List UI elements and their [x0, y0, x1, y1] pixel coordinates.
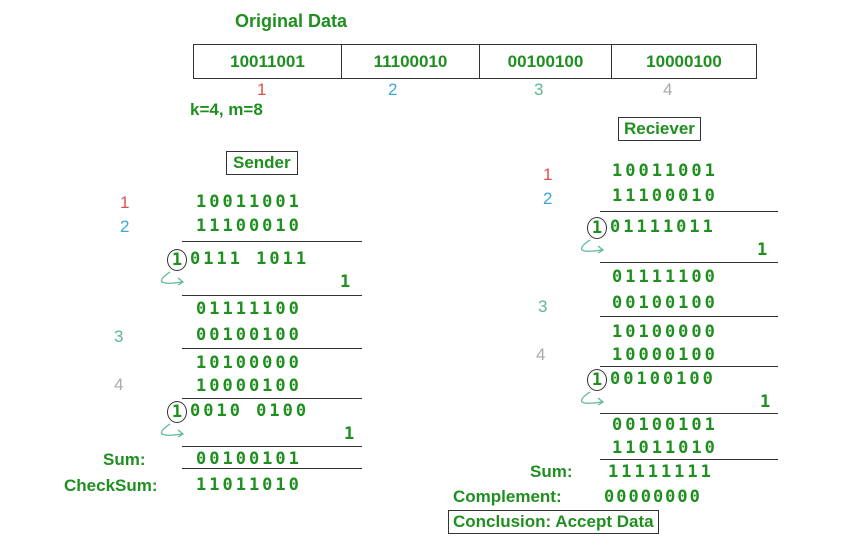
sender-carry-1: 1 — [167, 249, 187, 271]
receiver-row-10: 1 — [760, 392, 774, 412]
sender-row-9: 0010 0100 — [190, 401, 310, 421]
sender-label-2: 2 — [120, 217, 130, 236]
sender-rule-6 — [182, 468, 362, 469]
segment-1: 10011001 — [194, 45, 342, 78]
receiver-carry-arrow-1 — [581, 239, 605, 254]
receiver-label-1: 1 — [543, 165, 553, 184]
segment-index-3: 3 — [534, 80, 544, 99]
segment-2: 11100010 — [342, 45, 480, 78]
receiver-row-1: 10011001 — [612, 161, 718, 181]
receiver-row-12: 11011010 — [612, 438, 718, 458]
sender-row-10: 1 — [344, 424, 358, 444]
sender-row-3: 0111 1011 — [190, 249, 310, 269]
sender-row-6: 00100100 — [196, 325, 302, 345]
sender-sum-label: Sum: — [103, 450, 146, 469]
receiver-title: Reciever — [618, 117, 701, 141]
receiver-carry-2: 1 — [587, 369, 607, 391]
receiver-conclusion: Conclusion: Accept Data — [448, 510, 659, 534]
sender-row-8: 10000100 — [196, 376, 302, 396]
sender-rule-5 — [182, 446, 362, 447]
receiver-row-4: 1 — [757, 240, 771, 260]
receiver-label-3: 3 — [538, 297, 548, 316]
receiver-rule-4 — [600, 366, 778, 367]
params-text: k=4, m=8 — [190, 100, 263, 119]
receiver-sum-value: 11111111 — [608, 462, 714, 482]
sender-row-2: 11100010 — [196, 216, 302, 236]
receiver-label-4: 4 — [536, 345, 546, 364]
receiver-rule-1 — [600, 211, 778, 212]
sender-row-4: 1 — [340, 272, 354, 292]
receiver-rule-6 — [600, 459, 778, 460]
receiver-rule-2 — [600, 262, 778, 263]
receiver-row-7: 10100000 — [612, 322, 718, 342]
receiver-rule-5 — [600, 413, 778, 414]
receiver-carry-1: 1 — [587, 217, 607, 239]
receiver-row-3: 01111011 — [610, 217, 716, 237]
receiver-row-9: 00100100 — [610, 369, 716, 389]
receiver-complement-value: 00000000 — [604, 487, 702, 507]
sender-carry-arrow-2 — [161, 423, 185, 438]
receiver-row-11: 00100101 — [612, 415, 718, 435]
segment-index-2: 2 — [388, 80, 398, 99]
sender-checksum-label: CheckSum: — [64, 476, 158, 495]
segment-4: 10000100 — [646, 51, 722, 71]
sender-rule-1 — [182, 241, 362, 242]
original-data-title: Original Data — [235, 11, 348, 31]
sender-sum-value: 00100101 — [196, 449, 302, 469]
segment-3: 00100100 — [480, 45, 612, 78]
sender-carry-2: 1 — [167, 401, 187, 423]
receiver-complement-label: Complement: — [453, 487, 562, 506]
receiver-label-2: 2 — [543, 189, 553, 208]
receiver-row-8: 10000100 — [612, 345, 718, 365]
sender-rule-2 — [182, 295, 362, 296]
receiver-carry-arrow-2 — [581, 391, 605, 406]
sender-row-7: 10100000 — [196, 353, 302, 373]
sender-label-3: 3 — [114, 327, 124, 346]
segment-index-4: 4 — [663, 80, 673, 99]
sender-row-1: 10011001 — [196, 192, 302, 212]
original-data-box: 10011001 11100010 00100100 10000100 — [193, 44, 757, 79]
receiver-row-2: 11100010 — [612, 186, 718, 206]
sender-label-1: 1 — [120, 193, 130, 212]
sender-carry-arrow-1 — [161, 271, 185, 286]
sender-rule-4 — [182, 398, 362, 399]
receiver-rule-3 — [600, 316, 778, 317]
receiver-row-5: 01111100 — [612, 267, 718, 287]
sender-label-4: 4 — [114, 375, 124, 394]
segment-index-1: 1 — [257, 80, 267, 99]
receiver-sum-label: Sum: — [530, 462, 573, 481]
sender-rule-3 — [182, 348, 362, 349]
sender-row-5: 01111100 — [196, 299, 302, 319]
receiver-row-6: 00100100 — [612, 293, 718, 313]
sender-checksum-value: 11011010 — [196, 475, 302, 495]
sender-title: Sender — [226, 151, 298, 175]
